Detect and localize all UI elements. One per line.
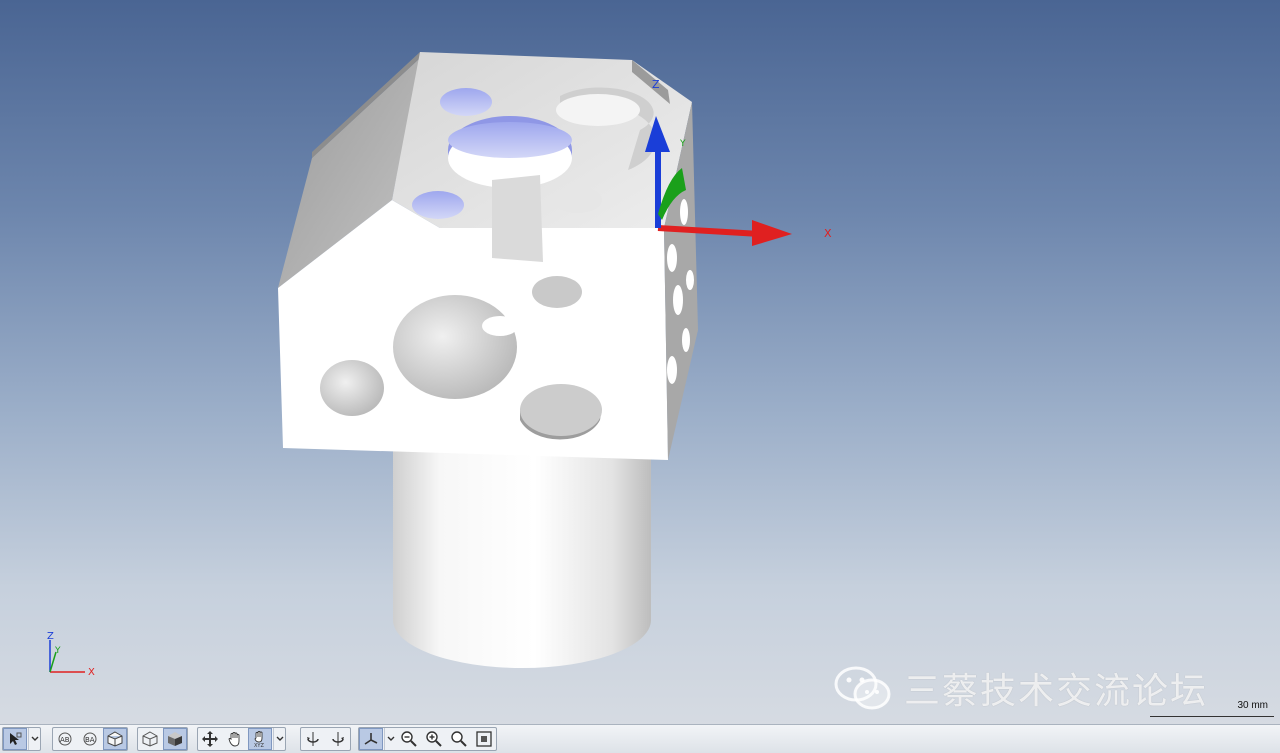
view-ab-icon: AB — [58, 732, 72, 746]
view-toolbar: AB BA XYZ — [0, 724, 1280, 753]
rotate-left-icon — [307, 732, 319, 746]
rotate-left-button[interactable] — [301, 728, 325, 750]
y-axis-label: Y — [679, 139, 686, 149]
move-arrows-icon — [202, 731, 218, 747]
wireframe-button[interactable] — [138, 728, 162, 750]
select-dropdown[interactable] — [28, 728, 40, 750]
wechat-icon — [834, 666, 891, 710]
view-ba-icon: BA — [83, 732, 97, 746]
hand-xyz-button[interactable]: XYZ — [248, 728, 272, 750]
axis-icon — [364, 733, 378, 745]
block-body[interactable] — [278, 52, 698, 460]
svg-text:XYZ: XYZ — [254, 743, 264, 748]
fit-all-icon — [476, 731, 492, 747]
mini-z-label: Z — [47, 631, 54, 642]
view-direction-group: AB BA — [52, 727, 128, 751]
pan-button[interactable] — [198, 728, 222, 750]
chevron-down-icon — [31, 736, 38, 741]
mini-y-label: Y — [54, 646, 61, 656]
zoom-button[interactable] — [447, 728, 471, 750]
shaded-button[interactable] — [163, 728, 187, 750]
rotate-right-button[interactable] — [326, 728, 350, 750]
select-tool-button[interactable] — [3, 728, 27, 750]
hand-xyz-icon: XYZ — [254, 731, 264, 748]
view-front-button[interactable]: AB — [53, 728, 77, 750]
select-group — [2, 727, 41, 751]
mini-x-label: X — [88, 667, 95, 678]
zoom-out-icon — [401, 731, 417, 747]
view-iso-button[interactable] — [103, 728, 127, 750]
z-axis-label: Z — [652, 78, 660, 91]
select-cursor-icon — [10, 732, 22, 745]
svg-text:AB: AB — [60, 736, 70, 744]
x-axis-label: X — [824, 227, 832, 240]
hand-dropdown[interactable] — [273, 728, 285, 750]
zoom-out-button[interactable] — [397, 728, 421, 750]
view-back-button[interactable]: BA — [78, 728, 102, 750]
zoom-in-button[interactable] — [422, 728, 446, 750]
chevron-down-icon — [276, 736, 283, 741]
axis-button[interactable] — [359, 728, 383, 750]
hand-button[interactable] — [223, 728, 247, 750]
svg-text:BA: BA — [85, 736, 95, 744]
zoom-icon — [451, 731, 467, 747]
orientation-triad: X Z Y — [47, 631, 95, 678]
scale-bar-label: 30 mm — [1237, 700, 1268, 711]
axis-dropdown[interactable] — [384, 728, 396, 750]
cube-outline-icon — [107, 731, 123, 747]
zoom-group — [358, 727, 497, 751]
display-mode-group — [137, 727, 188, 751]
scale-bar: 30 mm — [1150, 700, 1274, 717]
rotate-group — [300, 727, 351, 751]
wireframe-cube-icon — [142, 731, 158, 747]
3d-viewport[interactable]: X Z Y X Z Y — [0, 0, 1280, 724]
shaded-cube-icon — [168, 732, 182, 746]
rotate-right-icon — [332, 732, 344, 746]
navigation-group: XYZ — [197, 727, 286, 751]
chevron-down-icon — [387, 736, 394, 741]
fit-all-button[interactable] — [472, 728, 496, 750]
viewport-canvas[interactable]: X Z Y X Z Y — [0, 0, 1280, 724]
zoom-in-icon — [426, 731, 442, 747]
hand-icon — [228, 732, 240, 747]
